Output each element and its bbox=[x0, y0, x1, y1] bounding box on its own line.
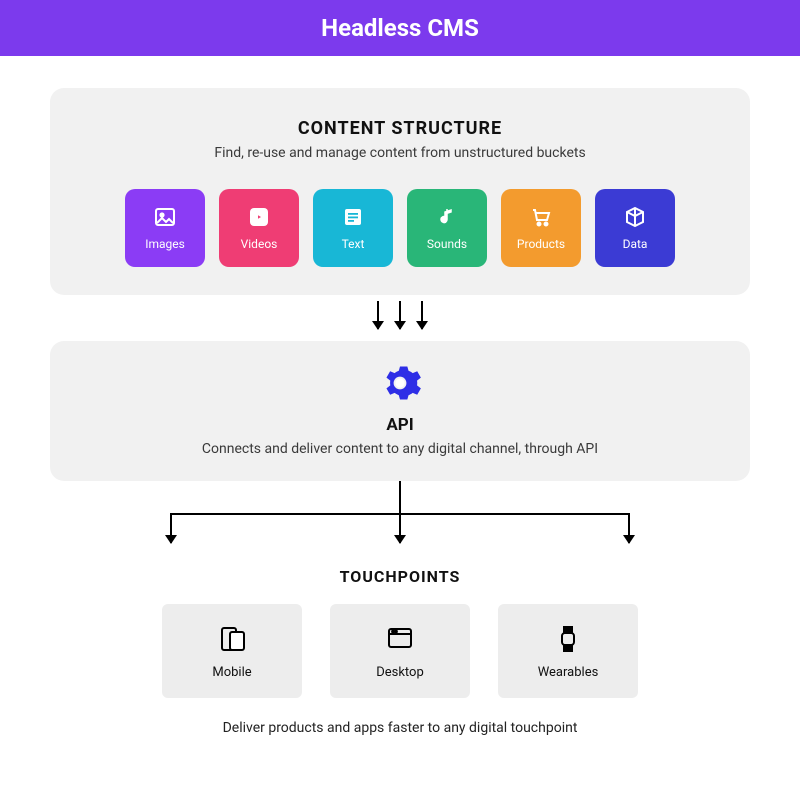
content-tiles-row: Images Videos Text Sounds bbox=[74, 189, 726, 267]
arrow-down-icon bbox=[377, 301, 379, 329]
desktop-icon bbox=[384, 623, 416, 655]
tile-label: Products bbox=[517, 237, 565, 251]
touchpoint-label: Wearables bbox=[538, 665, 599, 680]
tile-label: Videos bbox=[241, 237, 278, 251]
content-title: CONTENT STRUCTURE bbox=[74, 118, 726, 139]
banner-title: Headless CMS bbox=[321, 14, 479, 42]
tile-images: Images bbox=[125, 189, 205, 267]
touchpoint-wearables: Wearables bbox=[498, 604, 638, 698]
touchpoints-row: Mobile Desktop Wearables bbox=[0, 604, 800, 698]
video-icon bbox=[247, 205, 271, 229]
mobile-icon bbox=[216, 623, 248, 655]
touchpoint-label: Desktop bbox=[376, 665, 424, 680]
watch-icon bbox=[552, 623, 584, 655]
touchpoint-desktop: Desktop bbox=[330, 604, 470, 698]
tile-videos: Videos bbox=[219, 189, 299, 267]
tile-label: Sounds bbox=[427, 237, 467, 251]
arrow-down-icon bbox=[628, 513, 630, 543]
tile-label: Data bbox=[623, 237, 648, 251]
content-section: CONTENT STRUCTURE Find, re-use and manag… bbox=[50, 88, 750, 295]
arrow-down-icon bbox=[421, 301, 423, 329]
tile-label: Text bbox=[342, 237, 365, 251]
arrow-down-icon bbox=[399, 301, 401, 329]
tile-label: Images bbox=[145, 237, 185, 251]
gear-icon bbox=[378, 361, 422, 405]
branch-arrows bbox=[150, 481, 650, 561]
api-title: API bbox=[70, 415, 730, 435]
text-icon bbox=[341, 205, 365, 229]
page-banner: Headless CMS bbox=[0, 0, 800, 56]
tile-sounds: Sounds bbox=[407, 189, 487, 267]
cart-icon bbox=[529, 205, 553, 229]
arrow-down-icon bbox=[399, 513, 401, 543]
touchpoint-label: Mobile bbox=[212, 665, 251, 680]
touchpoints-footer: Deliver products and apps faster to any … bbox=[0, 720, 800, 736]
arrow-stem bbox=[399, 481, 401, 513]
content-subtitle: Find, re-use and manage content from uns… bbox=[74, 145, 726, 161]
touchpoints-title: TOUCHPOINTS bbox=[0, 567, 800, 586]
arrows-down-to-api bbox=[0, 301, 800, 329]
api-subtitle: Connects and deliver content to any digi… bbox=[70, 441, 730, 457]
api-section: API Connects and deliver content to any … bbox=[50, 341, 750, 481]
tile-text: Text bbox=[313, 189, 393, 267]
music-icon bbox=[435, 205, 459, 229]
image-icon bbox=[153, 205, 177, 229]
tile-products: Products bbox=[501, 189, 581, 267]
cube-icon bbox=[623, 205, 647, 229]
tile-data: Data bbox=[595, 189, 675, 267]
arrow-down-icon bbox=[170, 513, 172, 543]
touchpoint-mobile: Mobile bbox=[162, 604, 302, 698]
